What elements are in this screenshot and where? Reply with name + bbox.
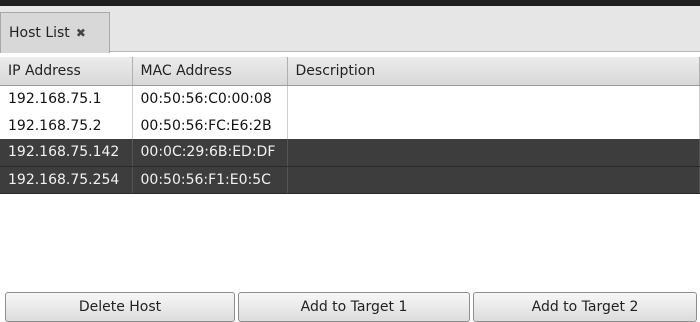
table-header-row: IP Address MAC Address Description — [0, 57, 700, 86]
mac-cell: 00:50:56:F1:E0:5C — [132, 166, 288, 194]
delete-host-button[interactable]: Delete Host — [5, 292, 235, 322]
button-row: Delete Host Add to Target 1 Add to Targe… — [0, 288, 700, 322]
mac-cell: 00:0C:29:6B:ED:DF — [132, 139, 288, 167]
close-icon[interactable]: ✖ — [76, 26, 86, 40]
description-cell — [287, 166, 700, 194]
host-table: IP Address MAC Address Description 192.1… — [0, 57, 700, 194]
tab-label: Host List — [9, 25, 70, 41]
description-cell — [287, 139, 700, 167]
column-header-ip[interactable]: IP Address — [0, 57, 133, 86]
mac-cell: 00:50:56:FC:E6:2B — [132, 112, 288, 139]
tab-bar: Host List ✖ — [0, 6, 700, 53]
ip-cell: 192.168.75.142 — [0, 139, 133, 167]
tab-host-list[interactable]: Host List ✖ — [0, 12, 110, 53]
ip-cell: 192.168.75.1 — [0, 85, 133, 112]
table-row[interactable]: 192.168.75.1 00:50:56:C0:00:08 — [0, 85, 700, 112]
table-row-selected[interactable]: 192.168.75.254 00:50:56:F1:E0:5C — [0, 166, 700, 194]
column-header-description[interactable]: Description — [287, 57, 700, 86]
description-cell — [287, 112, 700, 139]
mac-cell: 00:50:56:C0:00:08 — [132, 85, 288, 112]
ip-cell: 192.168.75.2 — [0, 112, 133, 139]
table-row[interactable]: 192.168.75.2 00:50:56:FC:E6:2B — [0, 112, 700, 139]
description-cell — [287, 85, 700, 112]
table-row-selected[interactable]: 192.168.75.142 00:0C:29:6B:ED:DF — [0, 139, 700, 167]
add-to-target-1-button[interactable]: Add to Target 1 — [238, 292, 470, 322]
add-to-target-2-button[interactable]: Add to Target 2 — [473, 292, 697, 322]
ip-cell: 192.168.75.254 — [0, 166, 133, 194]
column-header-mac[interactable]: MAC Address — [132, 57, 288, 86]
